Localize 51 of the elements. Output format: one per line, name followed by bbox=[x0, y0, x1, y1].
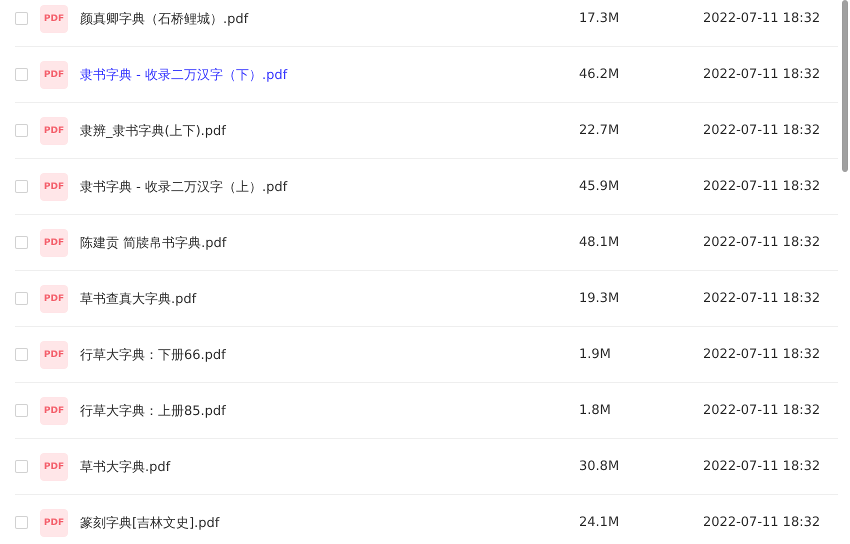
file-size: 30.8M bbox=[579, 459, 620, 474]
checkbox[interactable] bbox=[15, 460, 28, 473]
checkbox[interactable] bbox=[15, 12, 28, 25]
file-size: 48.1M bbox=[579, 235, 620, 250]
file-name[interactable]: 隶书字典 - 收录二万汉字（上）.pdf bbox=[80, 178, 579, 196]
file-name[interactable]: 行草大字典：下册66.pdf bbox=[80, 346, 579, 364]
pdf-file-icon: PDF bbox=[40, 284, 68, 312]
file-size: 46.2M bbox=[579, 67, 620, 82]
file-size: 1.8M bbox=[579, 403, 612, 418]
file-name[interactable]: 陈建贡 简牍帛书字典.pdf bbox=[80, 234, 579, 252]
file-name[interactable]: 隶辨_隶书字典(上下).pdf bbox=[80, 122, 579, 140]
modified-date: 2022-07-11 18:32 bbox=[703, 235, 820, 250]
modified-date: 2022-07-11 18:32 bbox=[703, 123, 820, 138]
checkbox[interactable] bbox=[15, 180, 28, 193]
file-name[interactable]: 颜真卿字典（石桥鲤城）.pdf bbox=[80, 10, 579, 28]
pdf-file-icon: PDF bbox=[40, 4, 68, 32]
checkbox[interactable] bbox=[15, 236, 28, 249]
pdf-file-icon: PDF bbox=[40, 396, 68, 424]
modified-date: 2022-07-11 18:32 bbox=[703, 67, 820, 82]
file-size: 22.7M bbox=[579, 123, 620, 138]
file-name[interactable]: 隶书字典 - 收录二万汉字（下）.pdf bbox=[80, 66, 579, 84]
file-name[interactable]: 行草大字典：上册85.pdf bbox=[80, 402, 579, 420]
file-name[interactable]: 草书大字典.pdf bbox=[80, 458, 579, 476]
file-size: 1.9M bbox=[579, 347, 612, 362]
file-name[interactable]: 篆刻字典[吉林文史].pdf bbox=[80, 514, 579, 532]
checkbox[interactable] bbox=[15, 348, 28, 361]
file-size: 17.3M bbox=[579, 11, 620, 26]
scrollbar[interactable] bbox=[842, 0, 848, 172]
file-name[interactable]: 草书查真大字典.pdf bbox=[80, 290, 579, 308]
checkbox[interactable] bbox=[15, 404, 28, 417]
modified-date: 2022-07-11 18:32 bbox=[703, 515, 820, 530]
checkbox[interactable] bbox=[15, 68, 28, 81]
checkbox[interactable] bbox=[15, 292, 28, 305]
modified-date: 2022-07-11 18:32 bbox=[703, 403, 820, 418]
pdf-file-icon: PDF bbox=[40, 228, 68, 256]
checkbox[interactable] bbox=[15, 124, 28, 137]
modified-date: 2022-07-11 18:32 bbox=[703, 179, 820, 194]
pdf-file-icon: PDF bbox=[40, 452, 68, 480]
modified-date: 2022-07-11 18:32 bbox=[703, 291, 820, 306]
pdf-file-icon: PDF bbox=[40, 340, 68, 368]
file-size: 45.9M bbox=[579, 179, 620, 194]
modified-date: 2022-07-11 18:32 bbox=[703, 347, 820, 362]
pdf-file-icon: PDF bbox=[40, 116, 68, 144]
pdf-file-icon: PDF bbox=[40, 172, 68, 200]
checkbox[interactable] bbox=[15, 516, 28, 529]
modified-date: 2022-07-11 18:32 bbox=[703, 459, 820, 474]
file-size: 24.1M bbox=[579, 515, 620, 530]
pdf-file-icon: PDF bbox=[40, 60, 68, 88]
pdf-file-icon: PDF bbox=[40, 508, 68, 536]
modified-date: 2022-07-11 18:32 bbox=[703, 11, 820, 26]
file-size: 19.3M bbox=[579, 291, 620, 306]
